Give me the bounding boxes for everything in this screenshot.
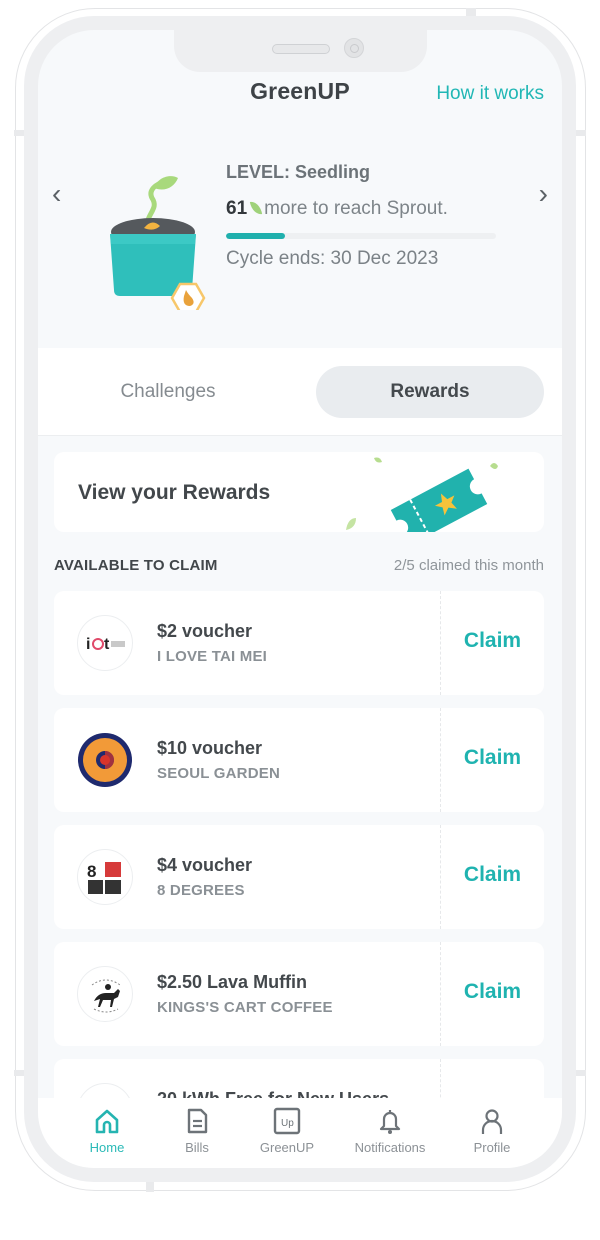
cycle-end-date: Cycle ends: 30 Dec 2023 bbox=[226, 248, 439, 269]
chevron-left-icon[interactable]: ‹ bbox=[52, 180, 61, 208]
level-progress-bar bbox=[226, 233, 496, 239]
level-progress-fill bbox=[226, 233, 286, 239]
nav-label: Notifications bbox=[354, 1140, 426, 1155]
nav-label: Bills bbox=[185, 1140, 209, 1155]
svg-text:i: i bbox=[86, 636, 90, 653]
reward-title: $2.50 Lava Muffin bbox=[157, 972, 308, 992]
reward-merchant: 8 DEGREES bbox=[157, 882, 245, 899]
merchant-logo-seoul-garden bbox=[77, 732, 133, 788]
svg-text:Up: Up bbox=[281, 1118, 294, 1129]
section-heading: AVAILABLE TO CLAIM bbox=[54, 557, 218, 574]
reward-merchant: SEOUL GARDEN bbox=[157, 765, 280, 782]
reward-item: $2.50 Lava Muffin KINGS'S CART COFFEE Cl… bbox=[54, 942, 544, 1046]
side-button-bottom bbox=[146, 1182, 154, 1192]
app-screen: GreenUP How it works ‹ › LEVEL: Seedling… bbox=[38, 30, 562, 1168]
nav-bills[interactable]: Bills bbox=[152, 1106, 242, 1155]
points-suffix: more to reach Sprout. bbox=[264, 198, 448, 219]
reward-item: $10 voucher SEOUL GARDEN Claim bbox=[54, 708, 544, 812]
level-label: LEVEL: Seedling bbox=[226, 162, 371, 182]
nav-label: GreenUP bbox=[259, 1140, 315, 1155]
tab-rewards[interactable]: Rewards bbox=[316, 366, 544, 418]
side-button-right-2 bbox=[576, 1070, 586, 1076]
nav-label: Profile bbox=[473, 1140, 511, 1155]
svg-text:t: t bbox=[104, 636, 110, 653]
merchant-logo-8-degrees: 8 bbox=[77, 849, 133, 905]
home-icon bbox=[95, 1109, 119, 1134]
side-button-left-1 bbox=[14, 130, 24, 136]
nav-home[interactable]: Home bbox=[62, 1106, 152, 1155]
side-button-top bbox=[466, 8, 476, 16]
phone-notch bbox=[174, 30, 427, 72]
nav-notifications[interactable]: Notifications bbox=[345, 1106, 435, 1155]
reward-title: $4 voucher bbox=[157, 855, 253, 875]
bill-document-icon bbox=[187, 1108, 208, 1134]
reward-title: $2 voucher bbox=[157, 621, 253, 641]
nav-greenup[interactable]: Up GreenUP bbox=[242, 1106, 332, 1155]
claim-button[interactable]: Claim bbox=[441, 980, 544, 1004]
merchant-logo-i-love-tai-mei: it bbox=[77, 615, 133, 671]
view-rewards-banner[interactable]: View your Rewards bbox=[54, 452, 544, 532]
claimed-count: 2/5 claimed this month bbox=[393, 557, 544, 574]
how-it-works-link[interactable]: How it works bbox=[436, 83, 544, 105]
person-icon bbox=[481, 1109, 503, 1134]
side-button-right-1 bbox=[576, 130, 586, 136]
front-camera bbox=[344, 38, 364, 58]
claim-button[interactable]: Claim bbox=[441, 746, 544, 770]
points-to-next-level: 61 more to reach Sprout. bbox=[226, 198, 448, 220]
tab-challenges[interactable]: Challenges bbox=[54, 366, 282, 418]
side-button-left-2 bbox=[14, 1070, 24, 1076]
banner-title: View your Rewards bbox=[78, 481, 271, 504]
chevron-right-icon[interactable]: › bbox=[539, 180, 548, 208]
ticket-illustration-icon bbox=[346, 457, 498, 532]
segment-tabs: Challenges Rewards bbox=[38, 348, 562, 436]
nav-label: Home bbox=[89, 1140, 125, 1155]
claim-button[interactable]: Claim bbox=[441, 863, 544, 887]
bottom-nav: Home Bills Up GreenUP Notifications Prof… bbox=[38, 1098, 562, 1168]
merchant-logo-kings-cart-coffee bbox=[77, 966, 133, 1022]
reward-item: it $2 voucher I LOVE TAI MEI Claim bbox=[54, 591, 544, 695]
greenup-icon: Up bbox=[273, 1107, 301, 1135]
leaf-icon bbox=[250, 200, 263, 216]
reward-item: 8 $4 voucher 8 DEGREES Claim bbox=[54, 825, 544, 929]
claim-button[interactable]: Claim bbox=[441, 629, 544, 653]
reward-merchant: I LOVE TAI MEI bbox=[157, 648, 268, 665]
seedling-pot-icon bbox=[110, 176, 206, 310]
points-remaining: 61 bbox=[226, 198, 248, 219]
svg-text:8: 8 bbox=[87, 862, 96, 881]
bell-icon bbox=[379, 1110, 401, 1134]
reward-title: $10 voucher bbox=[157, 738, 263, 758]
reward-merchant: KINGS'S CART COFFEE bbox=[157, 999, 333, 1016]
speaker-grille bbox=[272, 44, 330, 54]
nav-profile[interactable]: Profile bbox=[447, 1106, 537, 1155]
